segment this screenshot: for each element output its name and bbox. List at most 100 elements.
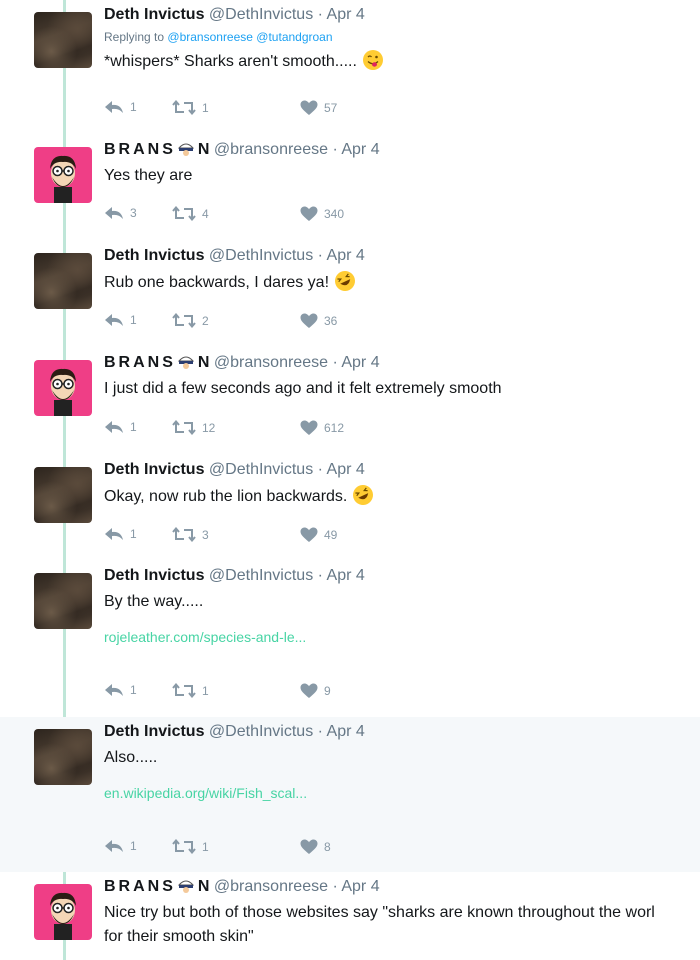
replying-to-line: Replying to @bransonreese @tutandgroan bbox=[104, 28, 700, 46]
reply-icon bbox=[105, 207, 123, 219]
heart-icon bbox=[300, 839, 318, 854]
retweet-icon bbox=[172, 313, 196, 328]
tweet-text: Yes they are bbox=[104, 167, 193, 184]
separator-dot: · bbox=[332, 354, 338, 371]
timestamp[interactable]: Apr 4 bbox=[327, 461, 365, 478]
like-button[interactable]: 340 bbox=[300, 206, 344, 222]
timestamp[interactable]: Apr 4 bbox=[327, 6, 365, 23]
timestamp[interactable]: Apr 4 bbox=[341, 141, 379, 158]
tweet[interactable]: BRANS N @bransonreese · Apr 4 I just did … bbox=[0, 348, 700, 455]
separator-dot: · bbox=[332, 141, 338, 158]
avatar-deth-invictus[interactable] bbox=[34, 467, 92, 523]
like-button[interactable]: 9 bbox=[300, 683, 331, 699]
username-handle[interactable]: @bransonreese bbox=[214, 354, 328, 371]
tweet-text-content: Okay, now rub the lion backwards. bbox=[104, 488, 348, 505]
tweet-text: *whispers* Sharks aren't smooth..... bbox=[104, 50, 700, 73]
tweet[interactable]: BRANS N @bransonreese · Apr 4 Nice try bu… bbox=[0, 872, 700, 960]
heart-icon bbox=[300, 527, 318, 542]
avatar-deth-invictus[interactable] bbox=[34, 573, 92, 629]
tweet[interactable]: BRANS N @bransonreese · Apr 4 Yes they ar… bbox=[0, 135, 700, 241]
username-handle[interactable]: @DethInvictus bbox=[209, 461, 313, 478]
like-button[interactable]: 612 bbox=[300, 420, 344, 436]
username-handle[interactable]: @bransonreese bbox=[214, 141, 328, 158]
display-name[interactable]: Deth Invictus bbox=[104, 723, 204, 740]
timestamp[interactable]: Apr 4 bbox=[327, 567, 365, 584]
display-name-part[interactable]: BRANS bbox=[104, 141, 176, 158]
reply-button[interactable]: 3 bbox=[104, 206, 137, 220]
timestamp[interactable]: Apr 4 bbox=[341, 878, 379, 895]
reply-count: 1 bbox=[130, 683, 137, 697]
avatar-deth-invictus[interactable] bbox=[34, 729, 92, 785]
retweet-count: 12 bbox=[202, 420, 216, 435]
tweet[interactable]: Deth Invictus @DethInvictus · Apr 4 Also… bbox=[0, 717, 700, 872]
display-name[interactable]: Deth Invictus bbox=[104, 461, 204, 478]
tweet[interactable]: Deth Invictus @DethInvictus · Apr 4 By t… bbox=[0, 561, 700, 717]
username-handle[interactable]: @bransonreese bbox=[214, 878, 328, 895]
display-name-part[interactable]: BRANS bbox=[104, 878, 176, 895]
retweet-button[interactable]: 1 bbox=[172, 839, 209, 854]
like-button[interactable]: 8 bbox=[300, 839, 331, 855]
avatar-deth-invictus[interactable] bbox=[34, 253, 92, 309]
tweet-text: Also..... bbox=[104, 749, 158, 766]
tweet[interactable]: Deth Invictus @DethInvictus · Apr 4 Okay… bbox=[0, 455, 700, 561]
tweet-text-continued: for their smooth skin" bbox=[104, 928, 254, 945]
reply-button[interactable]: 1 bbox=[104, 527, 137, 541]
retweet-button[interactable]: 1 bbox=[172, 100, 209, 115]
separator-dot: · bbox=[317, 461, 323, 478]
tweet-text-content: Rub one backwards, I dares ya! bbox=[104, 274, 330, 291]
external-link[interactable]: rojeleather.com/species-and-le... bbox=[104, 627, 700, 647]
retweet-icon bbox=[172, 527, 196, 542]
timestamp[interactable]: Apr 4 bbox=[327, 723, 365, 740]
like-button[interactable]: 57 bbox=[300, 100, 337, 116]
retweet-icon bbox=[172, 100, 196, 115]
like-count: 57 bbox=[324, 101, 338, 115]
separator-dot: · bbox=[317, 723, 323, 740]
display-name-part[interactable]: N bbox=[198, 141, 210, 158]
like-button[interactable]: 36 bbox=[300, 313, 337, 329]
display-name[interactable]: Deth Invictus bbox=[104, 6, 204, 23]
avatar-bransonreese[interactable] bbox=[34, 360, 92, 416]
reply-icon bbox=[105, 101, 123, 113]
reply-icon bbox=[105, 684, 123, 696]
retweet-button[interactable]: 3 bbox=[172, 527, 209, 542]
timestamp[interactable]: Apr 4 bbox=[327, 247, 365, 264]
retweet-icon bbox=[172, 420, 196, 435]
like-button[interactable]: 49 bbox=[300, 527, 337, 543]
heart-icon bbox=[300, 206, 318, 221]
reply-mentions-link[interactable]: @bransonreese @tutandgroan bbox=[167, 30, 332, 44]
avatar-bransonreese[interactable] bbox=[34, 147, 92, 203]
username-handle[interactable]: @DethInvictus bbox=[209, 723, 313, 740]
retweet-button[interactable]: 4 bbox=[172, 206, 209, 221]
display-name[interactable]: Deth Invictus bbox=[104, 247, 204, 264]
tweet-text-content: *whispers* Sharks aren't smooth..... bbox=[104, 53, 357, 70]
retweet-count: 1 bbox=[202, 100, 209, 115]
retweet-icon bbox=[172, 206, 196, 221]
retweet-button[interactable]: 1 bbox=[172, 683, 209, 698]
display-name-part[interactable]: N bbox=[198, 354, 210, 371]
username-handle[interactable]: @DethInvictus bbox=[209, 6, 313, 23]
separator-dot: · bbox=[317, 247, 323, 264]
reply-count: 1 bbox=[130, 420, 137, 434]
reply-button[interactable]: 1 bbox=[104, 683, 137, 697]
retweet-button[interactable]: 12 bbox=[172, 420, 215, 435]
cartoon-avatar-illustration bbox=[50, 155, 76, 203]
avatar-deth-invictus[interactable] bbox=[34, 12, 92, 68]
reply-button[interactable]: 1 bbox=[104, 420, 137, 434]
tweet[interactable]: Deth Invictus @DethInvictus · Apr 4 Rub … bbox=[0, 241, 700, 348]
reply-button[interactable]: 1 bbox=[104, 313, 137, 327]
username-handle[interactable]: @DethInvictus bbox=[209, 567, 313, 584]
reply-button[interactable]: 1 bbox=[104, 100, 137, 114]
heart-icon bbox=[300, 420, 318, 435]
avatar-bransonreese[interactable] bbox=[34, 884, 92, 940]
tweet-text: By the way..... bbox=[104, 593, 204, 610]
external-link[interactable]: en.wikipedia.org/wiki/Fish_scal... bbox=[104, 783, 700, 803]
username-handle[interactable]: @DethInvictus bbox=[209, 247, 313, 264]
retweet-button[interactable]: 2 bbox=[172, 313, 209, 328]
display-name-part[interactable]: N bbox=[198, 878, 210, 895]
reply-button[interactable]: 1 bbox=[104, 839, 137, 853]
retweet-count: 1 bbox=[202, 839, 209, 854]
tweet[interactable]: Deth Invictus @DethInvictus · Apr 4 Repl… bbox=[0, 0, 700, 135]
display-name[interactable]: Deth Invictus bbox=[104, 567, 204, 584]
display-name-part[interactable]: BRANS bbox=[104, 354, 176, 371]
timestamp[interactable]: Apr 4 bbox=[341, 354, 379, 371]
